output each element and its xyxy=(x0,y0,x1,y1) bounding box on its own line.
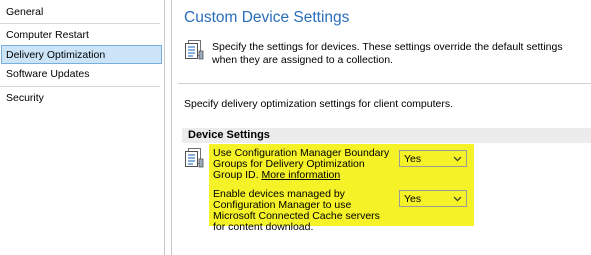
nav-item-label: Security xyxy=(6,92,44,104)
page-description: Specify the settings for devices. These … xyxy=(212,41,563,66)
setting-label-text: Enable devices managed by Configuration … xyxy=(213,188,380,233)
nav-item-label: Software Updates xyxy=(6,68,90,80)
nav-item-general[interactable]: General xyxy=(0,3,162,22)
setting-connected-cache-label: Enable devices managed by Configuration … xyxy=(213,189,393,233)
header-divider xyxy=(178,83,591,84)
nav-item-delivery-optimization[interactable]: Delivery Optimization xyxy=(1,45,162,64)
more-information-link[interactable]: More information xyxy=(261,169,340,181)
document-settings-icon xyxy=(183,147,205,169)
nav-item-security[interactable]: Security xyxy=(0,89,162,108)
nav-divider xyxy=(0,86,160,87)
pane-divider[interactable] xyxy=(171,0,172,255)
nav-item-label: Computer Restart xyxy=(6,29,89,41)
chevron-down-icon xyxy=(453,194,462,203)
document-settings-icon xyxy=(183,39,205,61)
boundary-groups-dropdown[interactable]: Yes xyxy=(399,150,467,167)
section-title: Device Settings xyxy=(188,129,270,141)
dropdown-value: Yes xyxy=(404,193,422,205)
setting-boundary-groups-label: Use Configuration Manager Boundary Group… xyxy=(213,148,393,181)
navigation-pane: General Computer Restart Delivery Optimi… xyxy=(0,0,164,255)
chevron-down-icon xyxy=(453,154,462,163)
dropdown-value: Yes xyxy=(404,153,422,165)
connected-cache-dropdown[interactable]: Yes xyxy=(399,190,467,207)
page-title: Custom Device Settings xyxy=(184,9,350,26)
section-description: Specify delivery optimization settings f… xyxy=(184,98,454,110)
nav-divider xyxy=(0,23,160,24)
nav-item-computer-restart[interactable]: Computer Restart xyxy=(0,26,162,45)
pane-divider xyxy=(164,0,165,255)
nav-item-label: General xyxy=(6,6,44,18)
nav-item-label: Delivery Optimization xyxy=(6,49,106,61)
nav-item-software-updates[interactable]: Software Updates xyxy=(0,65,162,84)
